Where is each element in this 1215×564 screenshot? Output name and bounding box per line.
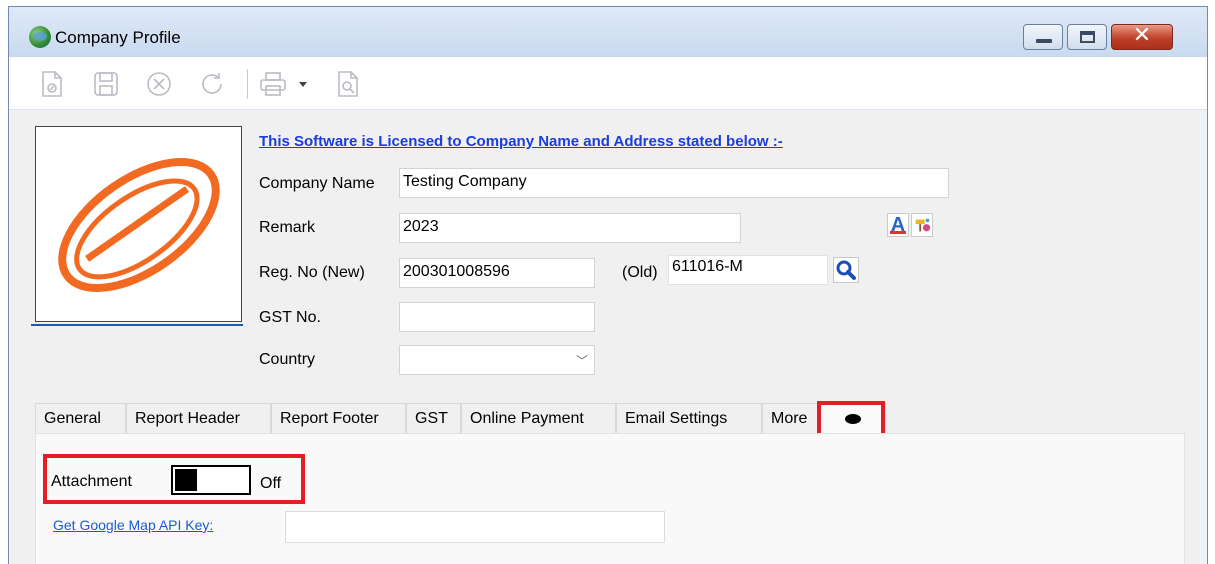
toolbar-separator xyxy=(247,69,248,99)
country-select[interactable]: ﹀ xyxy=(399,345,595,375)
form-area: This Software is Licensed to Company Nam… xyxy=(9,111,1199,564)
tab-online-payment[interactable]: Online Payment xyxy=(461,403,616,433)
company-name-input[interactable]: Testing Company xyxy=(399,168,949,198)
font-icon[interactable]: A xyxy=(887,213,909,237)
remark-input[interactable]: 2023 xyxy=(399,213,741,243)
print-icon[interactable] xyxy=(259,71,287,97)
maximize-button[interactable] xyxy=(1067,24,1107,50)
tab-email-settings[interactable]: Email Settings xyxy=(616,403,762,433)
highlight-attachment-box xyxy=(43,454,305,504)
app-icon xyxy=(29,26,51,48)
close-icon: ✕ xyxy=(1132,23,1152,48)
map-api-key-input[interactable] xyxy=(285,511,665,543)
window-title: Company Profile xyxy=(55,28,181,47)
company-name-label: Company Name xyxy=(259,175,375,192)
title-bar[interactable]: Company Profile ✕ xyxy=(9,7,1207,57)
paint-icon[interactable] xyxy=(911,213,933,237)
refresh-icon[interactable] xyxy=(199,71,225,97)
company-profile-window: Company Profile ✕ This Software is Licen… xyxy=(8,6,1208,564)
minimize-button[interactable] xyxy=(1023,24,1063,50)
company-logo[interactable] xyxy=(35,126,242,322)
preview-icon[interactable] xyxy=(337,71,359,97)
google-map-api-link[interactable]: Get Google Map API Key: xyxy=(53,517,213,533)
license-notice[interactable]: This Software is Licensed to Company Nam… xyxy=(259,133,783,150)
gst-no-input[interactable] xyxy=(399,302,595,332)
logo-underline xyxy=(31,324,243,326)
reg-no-old-label: (Old) xyxy=(622,264,658,281)
tab-report-header[interactable]: Report Header xyxy=(126,403,271,433)
search-button[interactable] xyxy=(833,257,859,283)
country-label: Country xyxy=(259,351,316,368)
reg-no-new-label: Reg. No (New) xyxy=(259,264,365,281)
chevron-down-icon: ﹀ xyxy=(575,354,588,368)
minimize-icon xyxy=(1036,39,1052,43)
reg-no-old-input[interactable]: 611016-M xyxy=(668,255,828,285)
logo-image xyxy=(58,158,220,292)
dropdown-arrow-icon[interactable] xyxy=(297,71,309,97)
new-icon[interactable] xyxy=(41,71,63,97)
remark-label: Remark xyxy=(259,219,316,236)
toolbar xyxy=(9,57,1207,110)
tab-gst[interactable]: GST xyxy=(406,403,461,433)
maximize-icon xyxy=(1080,31,1095,43)
save-icon[interactable] xyxy=(93,71,119,97)
tab-report-footer[interactable]: Report Footer xyxy=(271,403,406,433)
close-button[interactable]: ✕ xyxy=(1111,23,1173,50)
search-icon xyxy=(836,260,856,280)
gst-no-label: GST No. xyxy=(259,309,321,326)
cancel-icon[interactable] xyxy=(146,71,172,97)
tab-general[interactable]: General xyxy=(35,403,126,433)
tab-more[interactable]: More xyxy=(762,403,820,433)
reg-no-new-input[interactable]: 200301008596 xyxy=(399,258,595,288)
